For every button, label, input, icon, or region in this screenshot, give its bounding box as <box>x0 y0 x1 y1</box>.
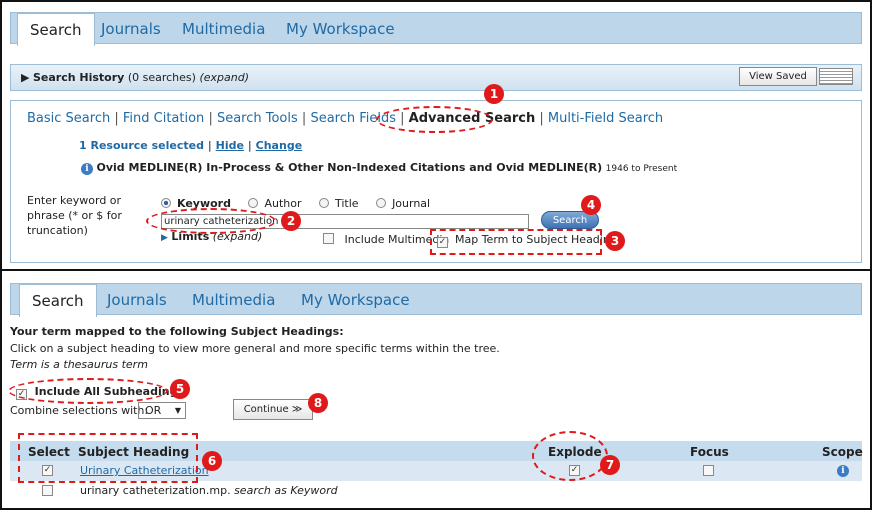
map-term-highlight <box>430 229 602 255</box>
basic-search-link[interactable]: Basic Search <box>27 111 110 126</box>
database-line: i Ovid MEDLINE(R) In-Process & Other Non… <box>81 161 677 175</box>
tab-journals[interactable]: Journals <box>107 284 167 316</box>
info-icon[interactable]: i <box>81 163 93 175</box>
callout-7: 7 <box>600 455 620 475</box>
select-column-highlight <box>18 433 198 483</box>
continue-button[interactable]: Continue ≫ <box>233 399 313 420</box>
callout-1: 1 <box>484 84 504 104</box>
radio-icon <box>376 198 387 208</box>
radio-selected-icon <box>161 198 171 208</box>
instruction-text: Click on a subject heading to view more … <box>10 342 500 355</box>
radio-icon <box>248 198 259 208</box>
search-history-title: Search History <box>32 71 125 84</box>
chevron-down-icon: ▼ <box>174 406 181 415</box>
resources-selected: 1 Resource selected <box>79 139 204 152</box>
radio-title[interactable]: Title <box>319 197 359 210</box>
expand-arrow-icon: ▶ <box>21 71 30 84</box>
col-focus: Focus <box>690 445 729 459</box>
table-row: urinary catheterization.mp. search as Ke… <box>10 481 862 501</box>
radio-icon <box>319 198 329 208</box>
col-scope: Scope <box>822 445 863 459</box>
top-tab-bar: Search Journals Multimedia My Workspace <box>10 12 862 46</box>
bottom-screenshot-panel: Search Journals Multimedia My Workspace … <box>0 271 872 510</box>
change-link[interactable]: Change <box>256 139 303 152</box>
callout-4: 4 <box>581 195 601 215</box>
find-citation-link[interactable]: Find Citation <box>123 111 204 126</box>
scope-info-icon[interactable]: i <box>837 465 849 477</box>
tab-journals[interactable]: Journals <box>101 13 161 45</box>
view-saved-button[interactable]: View Saved <box>739 67 817 86</box>
limits-arrow-icon: ▶ <box>161 233 168 243</box>
radio-author[interactable]: Author <box>248 197 302 210</box>
list-view-icon[interactable] <box>819 68 853 85</box>
search-history-bar[interactable]: ▶ Search History (0 searches) (expand) V… <box>10 64 862 91</box>
tab-my-workspace[interactable]: My Workspace <box>301 284 410 316</box>
thesaurus-note: Term is a thesaurus term <box>10 358 148 371</box>
callout-8: 8 <box>308 393 328 413</box>
radio-journal[interactable]: Journal <box>376 197 430 210</box>
callout-6: 6 <box>202 451 222 471</box>
include-all-highlight <box>8 378 168 404</box>
search-mode-nav: Basic Search | Find Citation | Search To… <box>27 111 664 126</box>
bottom-tab-bar: Search Journals Multimedia My Workspace <box>10 283 862 317</box>
combine-label: Combine selections with: <box>10 404 149 417</box>
mapped-heading: Your term mapped to the following Subjec… <box>10 325 344 338</box>
focus-checkbox[interactable] <box>703 465 714 476</box>
select-checkbox[interactable] <box>42 485 53 496</box>
database-name: Ovid MEDLINE(R) In-Process & Other Non-I… <box>96 161 603 174</box>
checkbox-icon[interactable] <box>323 233 334 244</box>
explode-highlight <box>532 431 608 481</box>
search-tools-link[interactable]: Search Tools <box>217 111 298 126</box>
search-history-expand[interactable]: (expand) <box>199 71 249 84</box>
keyword-instruction: Enter keyword or phrase (* or $ for trun… <box>27 194 122 237</box>
tab-my-workspace[interactable]: My Workspace <box>286 13 395 45</box>
tab-multimedia[interactable]: Multimedia <box>192 284 275 316</box>
advanced-search-highlight <box>376 106 493 133</box>
search-input-highlight <box>146 208 276 234</box>
top-screenshot-panel: Search Journals Multimedia My Workspace … <box>0 0 872 271</box>
tab-search[interactable]: Search <box>19 284 97 317</box>
resource-line: 1 Resource selected | Hide | Change <box>79 139 303 152</box>
database-range: 1946 to Present <box>605 164 678 174</box>
callout-2: 2 <box>281 211 301 231</box>
tab-search[interactable]: Search <box>17 13 95 46</box>
search-history-count: (0 searches) <box>127 71 196 84</box>
callout-5: 5 <box>170 379 190 399</box>
callout-3: 3 <box>605 231 625 251</box>
tab-multimedia[interactable]: Multimedia <box>182 13 265 45</box>
combine-select[interactable]: OR ▼ <box>138 402 186 419</box>
hide-link[interactable]: Hide <box>216 139 244 152</box>
multi-field-search-link[interactable]: Multi-Field Search <box>548 111 663 126</box>
keyword-row-label: urinary catheterization.mp. search as Ke… <box>80 484 338 497</box>
